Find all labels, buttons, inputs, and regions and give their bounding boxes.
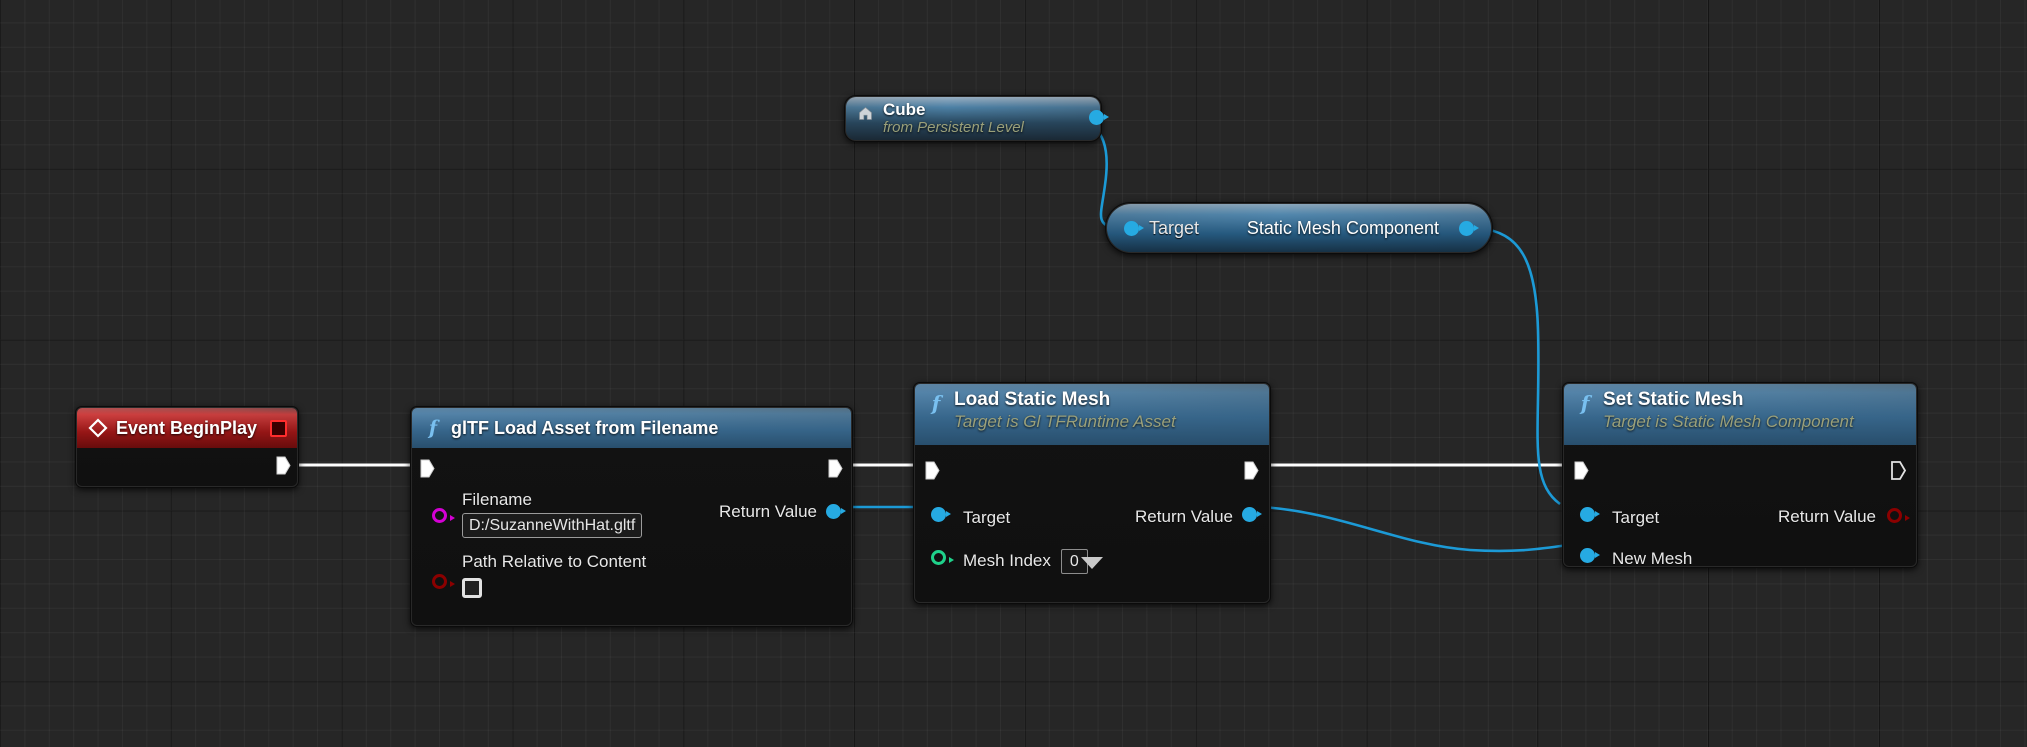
svg-text:f: f [1579,392,1593,414]
load-static-mesh-return-label: Return Value [1135,507,1233,526]
event-diamond-icon [87,416,109,440]
gltf-exec-output-pin[interactable] [828,459,843,478]
load-static-mesh-expander-arrow[interactable] [1081,557,1103,569]
set-static-mesh-node[interactable]: f Set Static Mesh Target is Static Mesh … [1562,382,1918,568]
actor-house-icon [854,101,876,125]
smc-node-title: Static Mesh Component [1246,218,1439,238]
set-static-mesh-exec-output-pin[interactable] [1891,461,1906,480]
gltf-filename-input-pin[interactable] [432,508,455,523]
wire-data-smc-to-setmesh-target [1477,226,1561,506]
event-begin-play-node[interactable]: Event BeginPlay [75,406,299,488]
smc-target-input-pin[interactable] [1124,221,1144,236]
gltf-path-relative-checkbox[interactable] [462,578,482,598]
wire-data-loadmesh-return-to-newmesh [1261,505,1569,553]
set-static-mesh-target-input-pin[interactable] [1580,507,1600,522]
gltf-return-value-output-pin[interactable] [826,504,846,519]
set-static-mesh-target-label: Target [1612,508,1660,527]
load-static-mesh-node[interactable]: f Load Static Mesh Target is Gl TFRuntim… [913,382,1271,604]
gltf-filename-input[interactable]: D:/SuzanneWithHat.gltf [462,513,643,538]
cube-node-title: Cube [883,100,926,119]
set-static-mesh-title: Set Static Mesh [1603,389,1744,410]
gltf-return-value-label: Return Value [719,502,817,521]
gltf-node-title: glTF Load Asset from Filename [451,418,719,438]
load-static-mesh-target-input-pin[interactable] [931,507,951,522]
event-delegate-output-pin[interactable] [270,420,287,437]
event-exec-output-pin[interactable] [276,456,291,475]
cube-actor-reference-node[interactable]: Cube from Persistent Level [844,95,1109,142]
svg-text:f: f [930,392,944,414]
event-begin-play-title: Event BeginPlay [116,418,258,438]
gltf-filename-label: Filename [462,490,532,509]
load-static-mesh-exec-input-pin[interactable] [925,461,940,480]
smc-target-label: Target [1149,218,1200,238]
gltf-path-relative-label: Path Relative to Content [462,552,647,571]
set-static-mesh-return-label: Return Value [1778,507,1876,526]
function-f-icon: f [422,416,444,440]
function-f-icon: f [925,391,947,415]
set-static-mesh-new-mesh-label: New Mesh [1612,549,1693,567]
set-static-mesh-return-output-pin[interactable] [1887,508,1910,523]
load-static-mesh-subtitle: Target is Gl TFRuntime Asset [954,412,1176,431]
load-static-mesh-return-output-pin[interactable] [1242,507,1262,522]
blueprint-graph-canvas[interactable]: Cube from Persistent Level Target Static… [0,0,2027,747]
svg-text:f: f [427,417,440,439]
set-static-mesh-subtitle: Target is Static Mesh Component [1603,412,1854,431]
load-static-mesh-target-label: Target [963,508,1011,527]
load-static-mesh-exec-output-pin[interactable] [1244,461,1259,480]
static-mesh-component-variable-node[interactable]: Target Static Mesh Component [1105,202,1493,254]
gltf-load-asset-from-filename-node[interactable]: f glTF Load Asset from Filename Filename… [410,406,853,627]
cube-output-pin[interactable] [1089,110,1109,125]
set-static-mesh-exec-input-pin[interactable] [1574,461,1589,480]
load-static-mesh-title: Load Static Mesh [954,389,1111,410]
gltf-exec-input-pin[interactable] [420,459,435,478]
set-static-mesh-new-mesh-input-pin[interactable] [1580,548,1600,563]
smc-output-pin[interactable] [1459,221,1479,236]
gltf-path-relative-input-pin[interactable] [432,574,455,589]
function-f-icon: f [1574,391,1596,415]
cube-node-subtitle: from Persistent Level [883,119,1024,136]
load-static-mesh-mesh-index-pin[interactable] [931,550,954,565]
load-static-mesh-mesh-index-label: Mesh Index [963,551,1051,570]
